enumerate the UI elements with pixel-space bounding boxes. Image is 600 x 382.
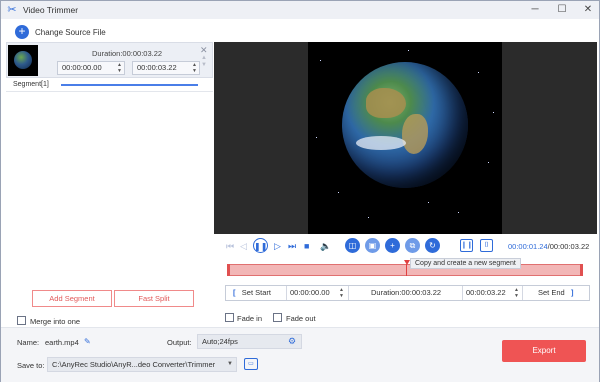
volume-icon[interactable]: 🔈 (320, 240, 331, 252)
segment-start-value: 00:00:00.00 (62, 63, 102, 72)
move-up-icon[interactable]: ▲ (201, 55, 207, 61)
pause-icon[interactable]: ❚❚ (253, 238, 268, 253)
split-tool-icon[interactable]: ▣ (365, 238, 380, 253)
divider (6, 91, 213, 92)
time-readout: 00:00:01.24/00:00:03.22 (508, 242, 589, 251)
add-segment-icon[interactable]: + (385, 238, 400, 253)
segment-tool-icon[interactable]: ◫ (345, 238, 360, 253)
output-format-value: Auto;24fps (202, 337, 238, 346)
scissors-icon: ✂ (7, 4, 17, 16)
folder-icon[interactable]: ▭ (244, 358, 258, 370)
gear-icon[interactable]: ⚙ (288, 336, 296, 346)
set-end-button[interactable]: Set End ] (538, 286, 573, 300)
earth-thumbnail-image (14, 51, 32, 69)
title-bar: ✂ Video Trimmer ─ ☐ ✕ (1, 1, 599, 19)
fade-in-label: Fade in (237, 314, 263, 323)
segment-progress-bar (61, 84, 198, 86)
set-end-marker-icon[interactable]: ⌷ (480, 239, 493, 252)
segment-duration: Duration:00:00:03.22 (92, 49, 163, 58)
fade-out-checkbox[interactable] (273, 313, 282, 322)
end-stepper-icon[interactable]: ▲ ▼ (192, 62, 197, 74)
maximize-icon[interactable]: ☐ (553, 2, 571, 18)
next-frame-icon[interactable]: ▷ (274, 240, 281, 252)
set-start-marker-icon[interactable]: ❙❙ (460, 239, 473, 252)
save-path-field[interactable]: C:\AnyRec Studio\AnyR...deo Converter\Tr… (47, 357, 237, 372)
set-start-button[interactable]: [ Set Start (233, 286, 271, 300)
merge-checkbox[interactable] (17, 316, 26, 325)
playhead-line (406, 264, 407, 276)
range-duration: Duration:00:00:03.22 (371, 288, 442, 297)
previous-frame-icon[interactable]: ◁ (240, 240, 247, 252)
skip-to-end-icon[interactable]: ⏭ (288, 240, 296, 252)
segment-card[interactable]: Duration:00:00:03.22 ✕ ▲ ▼ 00:00:00.00 ▲… (6, 42, 213, 78)
stop-icon[interactable]: ■ (304, 240, 309, 252)
earth-video-image (342, 62, 468, 188)
set-end-label: Set End (538, 288, 565, 297)
segment-start-field[interactable]: 00:00:00.00 ▲ ▼ (57, 61, 125, 75)
reset-icon[interactable]: ↻ (425, 238, 440, 253)
minimize-icon[interactable]: ─ (526, 2, 544, 18)
set-start-label: Set Start (241, 288, 271, 297)
output-format-field[interactable]: Auto;24fps (197, 334, 302, 349)
close-icon[interactable]: ✕ (579, 2, 597, 18)
output-label: Output: (167, 338, 192, 347)
copy-segment-icon[interactable]: ⧉ (405, 238, 420, 253)
segment-panel: Duration:00:00:03.22 ✕ ▲ ▼ 00:00:00.00 ▲… (6, 42, 213, 327)
save-to-label: Save to: (17, 361, 45, 370)
change-source-file-button[interactable]: Change Source File (35, 28, 106, 37)
segment-end-value: 00:00:03.22 (137, 63, 177, 72)
end-handle[interactable] (580, 264, 583, 276)
video-preview[interactable] (214, 42, 597, 234)
name-label: Name: (17, 338, 40, 347)
range-start-stepper-icon[interactable]: ▲ ▼ (339, 287, 344, 299)
save-path-value: C:\AnyRec Studio\AnyR...deo Converter\Tr… (52, 360, 216, 369)
fast-split-button[interactable]: Fast Split (114, 290, 194, 307)
fade-out-label: Fade out (286, 314, 316, 323)
skip-to-start-icon[interactable]: ⏮ (226, 240, 234, 252)
add-segment-button[interactable]: Add Segment (32, 290, 112, 307)
export-button[interactable]: Export (502, 340, 586, 362)
segment-thumbnail (8, 45, 38, 76)
segment-end-field[interactable]: 00:00:03.22 ▲ ▼ (132, 61, 200, 75)
range-start-field[interactable]: 00:00:00.00 (290, 286, 330, 300)
add-source-icon[interactable]: + (15, 25, 29, 39)
range-bar: [ Set Start 00:00:00.00 ▲ ▼ Duration:00:0… (225, 285, 590, 301)
segment-label: Segment[1] (13, 81, 49, 88)
video-frame (308, 42, 502, 234)
move-down-icon[interactable]: ▼ (201, 62, 207, 68)
video-trimmer-window: ✂ Video Trimmer ─ ☐ ✕ + Change Source Fi… (0, 0, 600, 382)
window-title: Video Trimmer (23, 5, 79, 15)
chevron-down-icon[interactable]: ▼ (223, 357, 237, 372)
copy-segment-tooltip: Copy and create a new segment (410, 258, 521, 269)
start-stepper-icon[interactable]: ▲ ▼ (117, 62, 122, 74)
fade-in-checkbox[interactable] (225, 313, 234, 322)
current-time: 00:00:01.24 (508, 242, 548, 251)
start-handle[interactable] (227, 264, 230, 276)
range-end-stepper-icon[interactable]: ▲ ▼ (514, 287, 519, 299)
range-end-field[interactable]: 00:00:03.22 (466, 286, 506, 300)
file-name-value: earth.mp4 (45, 338, 79, 347)
total-time: /00:00:03.22 (547, 242, 590, 251)
merge-label: Merge into one (30, 317, 81, 326)
edit-name-icon[interactable]: ✎ (84, 337, 91, 346)
timeline-track[interactable] (227, 264, 583, 276)
